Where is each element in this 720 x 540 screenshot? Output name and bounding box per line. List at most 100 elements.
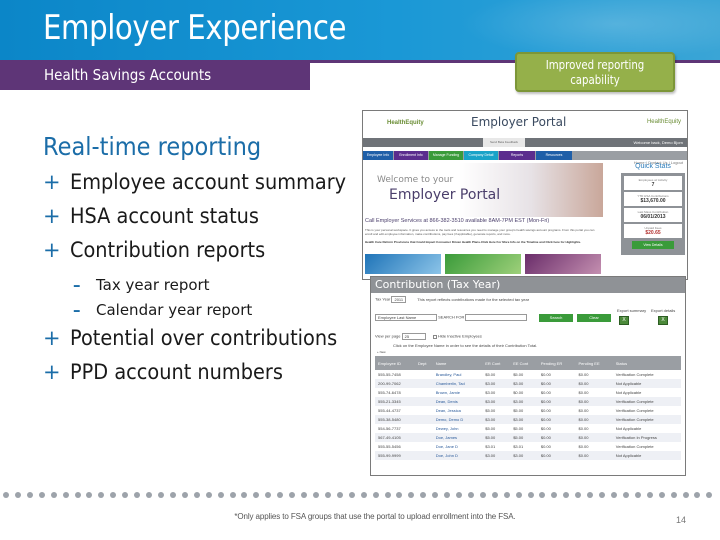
column-header[interactable]: ER Cont <box>482 356 511 370</box>
nav-tab[interactable]: Manage Funding <box>429 151 463 160</box>
table-cell: Not Applicable <box>615 390 642 395</box>
table-cell: Verification Complete <box>615 408 654 413</box>
employee-name-link[interactable]: Chamberlin, Tad <box>432 379 483 388</box>
table-cell: $5.00 <box>485 372 496 377</box>
employee-name-link[interactable]: Demo, Demo D <box>432 415 483 424</box>
column-header[interactable]: EE Cont <box>510 356 538 370</box>
employee-name-link[interactable]: Doe, Jane D <box>433 442 483 451</box>
bullet-item: + Contribution reports <box>43 238 370 272</box>
search-by-select[interactable]: Employee Last Name <box>375 314 437 321</box>
promo-tile[interactable] <box>445 254 521 274</box>
portal-logo: HealthEquity <box>387 120 424 126</box>
table-cell: $3.01 <box>513 444 524 449</box>
dotted-divider <box>3 492 713 502</box>
employee-name-link[interactable]: Doe, James <box>432 433 483 442</box>
table-cell: Not Applicable <box>612 451 681 460</box>
column-header[interactable]: Dept <box>415 356 433 370</box>
table-cell: $3.00 <box>482 397 511 406</box>
portal-notice[interactable]: Health Care Reform Provisions that Could… <box>365 240 601 244</box>
nav-tab[interactable]: Enrollment Info <box>394 151 428 160</box>
search-button[interactable]: Search <box>539 314 573 322</box>
table-cell: $0.00 <box>540 390 551 395</box>
send-feedback-button[interactable]: Send Beta Feedback <box>483 138 525 147</box>
clear-button[interactable]: Clear <box>577 314 611 322</box>
bullet-text: PPD account numbers <box>70 360 283 384</box>
nav-tab[interactable]: Resources <box>536 151 572 160</box>
promo-tile[interactable] <box>365 254 441 274</box>
divider-dot <box>396 492 403 498</box>
table-cell: $0.00 <box>513 390 524 395</box>
divider-dot <box>706 492 713 498</box>
tax-year-note: This report reflects contributions made … <box>417 296 530 302</box>
divider-dot <box>169 492 176 498</box>
table-cell: $3.00 <box>482 415 511 424</box>
divider-dot <box>110 492 117 498</box>
table-cell: $0.00 <box>575 379 613 388</box>
view-per-page-select[interactable]: 25 <box>401 333 426 340</box>
portal-header: HealthEquity Employer Portal HealthEquit… <box>363 111 687 139</box>
divider-dot <box>26 492 33 498</box>
portal-logo-right: HealthEquity <box>646 119 681 125</box>
employee-name-link[interactable]: Dean, Denis <box>432 397 483 406</box>
table-cell: $0.00 <box>578 408 589 413</box>
excel-export-summary-icon[interactable]: X <box>619 316 629 325</box>
table-cell: $3.00 <box>482 379 511 388</box>
hide-inactive-checkbox[interactable] <box>432 334 437 339</box>
plus-icon: + <box>43 204 61 228</box>
portal-nav: Employee Info Enrollment Info Manage Fundi… <box>363 151 687 160</box>
table-body: 555-55-7458 Brandley, Paul $5.00 $5.00 $0.00… <box>375 370 681 460</box>
plus-icon: + <box>43 326 61 350</box>
column-header[interactable]: Status <box>612 356 681 370</box>
table-cell: $5.00 <box>485 426 496 431</box>
bullet-item: + Potential over contributions <box>43 326 360 360</box>
divider-dot <box>670 492 677 498</box>
table-cell: Verification Complete <box>615 372 654 377</box>
divider-dot <box>694 492 701 498</box>
nav-tab[interactable]: Company Detail <box>464 151 498 160</box>
tax-year-select[interactable]: 2011 <box>391 296 407 303</box>
view-details-button[interactable]: View Details <box>632 241 674 249</box>
view-per-page-label: View per page <box>375 333 401 339</box>
employee-name-link[interactable]: Brandley, Paul <box>433 370 483 379</box>
employee-name-link[interactable]: Doe, John D <box>432 451 483 460</box>
table-cell: 555-55-7458 <box>378 372 401 377</box>
divider-dot <box>265 492 272 498</box>
divider-dot <box>467 492 474 498</box>
bullet-list-secondary: + Potential over contributions + PPD accou… <box>43 326 360 394</box>
table-cell <box>415 433 433 442</box>
divider-dot <box>74 492 81 498</box>
bullet-item: + HSA account status <box>43 204 370 238</box>
promo-tile[interactable] <box>525 254 601 274</box>
table-cell <box>415 424 433 433</box>
divider-dot <box>134 492 141 498</box>
column-header[interactable]: Pending EE <box>575 356 613 370</box>
divider-dot <box>515 492 522 498</box>
employee-name-link[interactable]: Dewey, John <box>433 424 483 433</box>
table-row: 555-55-5456 Doe, Jane D $3.01 $3.01 $0.00 $0.… <box>375 442 681 451</box>
excel-export-details-icon[interactable]: X <box>658 316 668 325</box>
table-cell: 555-21-3345 <box>375 397 416 406</box>
column-header[interactable]: Name <box>432 356 483 370</box>
divider-dot <box>312 492 319 498</box>
quick-stat-item: YTD HSA Contributions $13,670.00 <box>624 192 682 206</box>
table-cell: $0.00 <box>575 451 613 460</box>
table-cell: $3.00 <box>485 390 496 395</box>
divider-dot <box>563 492 570 498</box>
employee-name-link[interactable]: Brown, Jamie <box>433 388 483 397</box>
table-cell <box>415 370 433 379</box>
new-link[interactable]: + New <box>377 350 386 354</box>
callout-badge: Improved reporting capability <box>515 52 675 92</box>
table-cell: 554-56-7737 <box>378 426 401 431</box>
nav-tab[interactable]: Employee Info <box>363 151 393 160</box>
welcome-text: Welcome back, Demo Bjorn <box>633 140 684 145</box>
table-cell: $3.00 <box>510 397 538 406</box>
table-cell: $0.00 <box>540 444 551 449</box>
table-cell: $5.00 <box>513 408 524 413</box>
divider-dot <box>634 492 641 498</box>
nav-tab[interactable]: Reports <box>499 151 535 160</box>
column-header[interactable]: Employee ID <box>375 356 416 370</box>
employee-name-link[interactable]: Dean, Jessica <box>433 406 483 415</box>
column-header[interactable]: Pending ER <box>537 356 576 370</box>
hide-inactive-label: Hide Inactive Employees <box>437 333 482 339</box>
search-input[interactable] <box>465 314 528 321</box>
